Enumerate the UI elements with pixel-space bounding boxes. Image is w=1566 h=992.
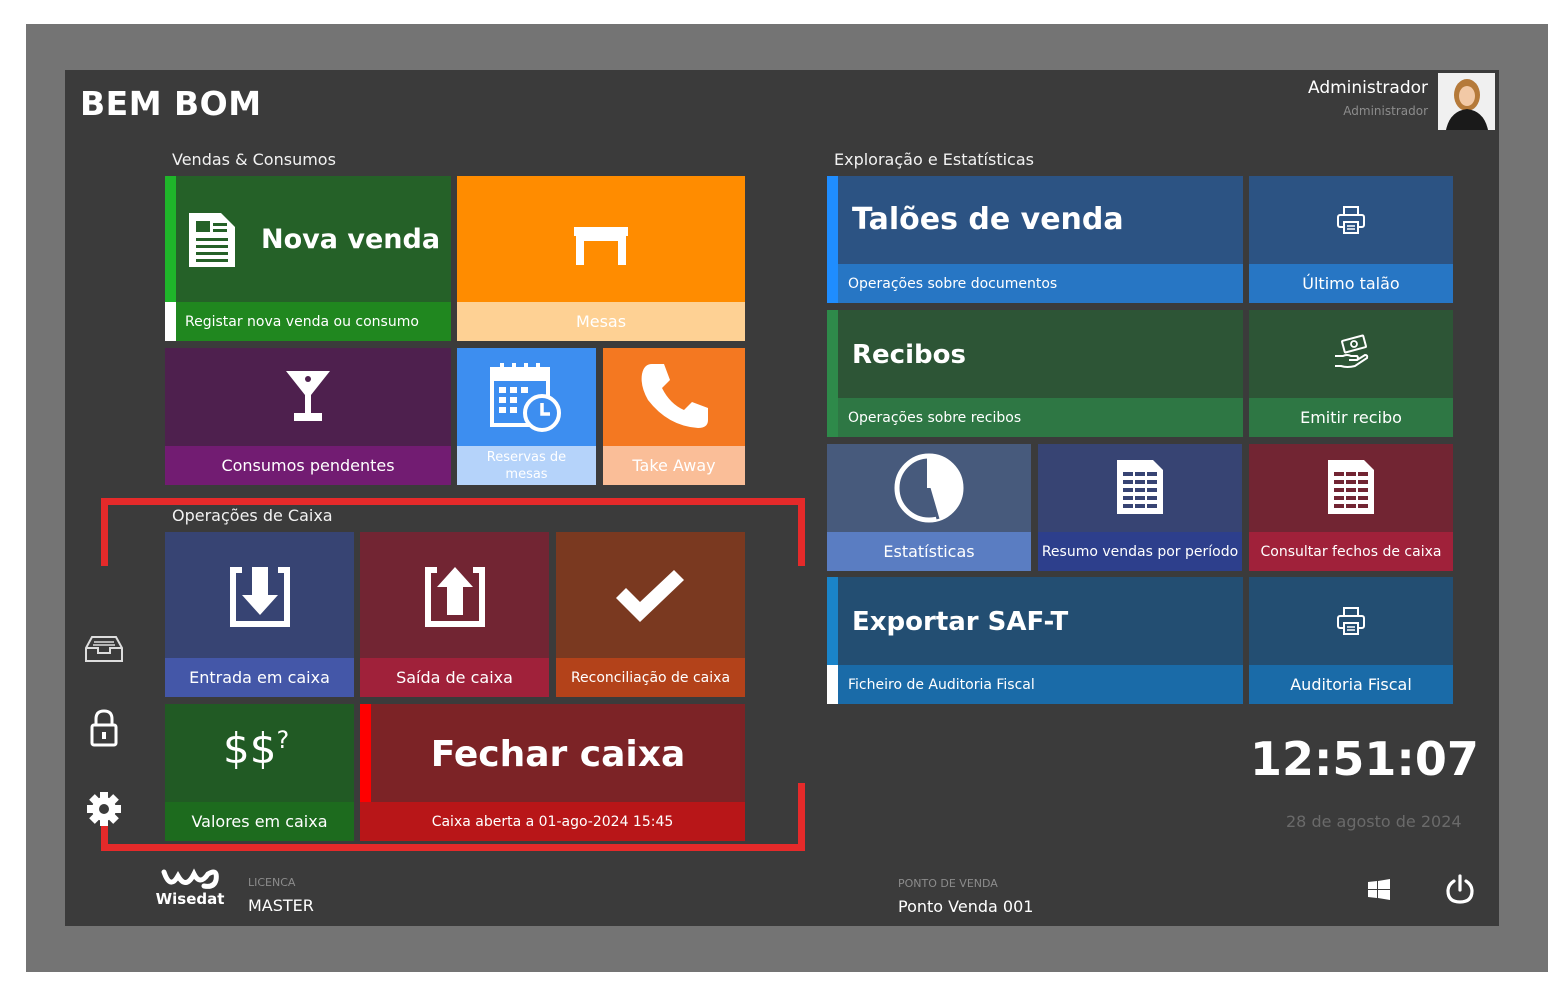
- reservas-label: Reservas de mesas: [457, 446, 596, 485]
- fechos-tile[interactable]: Consultar fechos de caixa: [1249, 444, 1453, 571]
- estatisticas-tile[interactable]: Estatísticas: [827, 444, 1031, 571]
- saft-title: Exportar SAF-T: [852, 607, 1069, 637]
- money-symbol: $$: [223, 724, 277, 773]
- taloes-tile[interactable]: Talões de venda Operações sobre document…: [827, 176, 1243, 303]
- highlight-box-bottom: [101, 844, 805, 851]
- tile-accent: [827, 310, 838, 437]
- recibos-subtitle: Operações sobre recibos: [838, 398, 1243, 437]
- brand-name: Wisedat: [155, 890, 225, 908]
- fechar-caixa-title: Fechar caixa: [430, 734, 686, 775]
- table-icon: [571, 222, 631, 268]
- takeaway-tile[interactable]: Take Away: [603, 348, 745, 485]
- pie-chart-icon: [891, 450, 967, 526]
- estatisticas-label: Estatísticas: [827, 532, 1031, 571]
- fechar-caixa-subtitle: Caixa aberta a 01-ago-2024 15:45: [360, 802, 745, 841]
- user-role: Administrador: [1343, 104, 1428, 118]
- tile-accent: [827, 176, 838, 303]
- nova-venda-subtitle: Registar nova venda ou consumo: [165, 302, 451, 341]
- nova-venda-title: Nova venda: [261, 224, 441, 255]
- clock-time: 12:51:07: [1250, 732, 1479, 786]
- fechar-caixa-tile[interactable]: Fechar caixa Caixa aberta a 01-ago-2024 …: [360, 704, 745, 841]
- mesas-tile[interactable]: Mesas: [457, 176, 745, 341]
- reservas-tile[interactable]: Reservas de mesas: [457, 348, 596, 485]
- saft-subtitle: Ficheiro de Auditoria Fiscal: [838, 665, 1243, 704]
- taloes-subtitle: Operações sobre documentos: [838, 264, 1243, 303]
- pos-value: Ponto Venda 001: [898, 897, 1034, 916]
- report-icon: [1325, 456, 1377, 518]
- reconciliacao-tile[interactable]: Reconciliação de caixa: [556, 532, 745, 697]
- consumos-tile[interactable]: Consumos pendentes: [165, 348, 451, 485]
- nova-venda-tile[interactable]: Nova venda Registar nova venda ou consum…: [165, 176, 451, 341]
- entrada-tile[interactable]: Entrada em caixa: [165, 532, 354, 697]
- cash-in-icon: [227, 564, 293, 630]
- saida-label: Saída de caixa: [360, 658, 549, 697]
- clock-date: 28 de agosto de 2024: [1286, 812, 1462, 831]
- section-stats: Exploração e Estatísticas: [834, 150, 1034, 169]
- highlight-box-right-bottom: [798, 783, 805, 851]
- ultimo-talao-label: Último talão: [1249, 264, 1453, 303]
- resumo-label: Resumo vendas por período: [1038, 532, 1242, 571]
- money-question: ?: [276, 726, 290, 754]
- calendar-clock-icon: [489, 360, 565, 434]
- cocktail-icon: [283, 366, 333, 424]
- highlight-box-top: [101, 498, 805, 505]
- user-info[interactable]: Administrador Administrador: [1308, 78, 1428, 118]
- emitir-recibo-label: Emitir recibo: [1249, 398, 1453, 437]
- tile-accent: [827, 577, 838, 665]
- reservas-label-line2: mesas: [505, 466, 548, 482]
- reservas-label-line1: Reservas de: [486, 449, 567, 465]
- valores-tile[interactable]: $$? Valores em caixa: [165, 704, 354, 841]
- emitir-recibo-tile[interactable]: Emitir recibo: [1249, 310, 1453, 437]
- saft-tile[interactable]: Exportar SAF-T Ficheiro de Auditoria Fis…: [827, 577, 1243, 704]
- recibos-tile[interactable]: Recibos Operações sobre recibos: [827, 310, 1243, 437]
- license-value: MASTER: [248, 896, 314, 915]
- taloes-title: Talões de venda: [852, 202, 1124, 237]
- cash-out-icon: [422, 564, 488, 630]
- cash-drawer-icon[interactable]: [84, 634, 124, 664]
- takeaway-label: Take Away: [603, 446, 745, 485]
- entrada-label: Entrada em caixa: [165, 658, 354, 697]
- windows-icon[interactable]: [1367, 878, 1391, 906]
- gear-icon[interactable]: [84, 790, 124, 828]
- lock-icon[interactable]: [84, 708, 124, 748]
- highlight-box-right-top: [798, 498, 805, 566]
- saida-tile[interactable]: Saída de caixa: [360, 532, 549, 697]
- document-icon: [187, 210, 237, 270]
- hand-money-icon: [1333, 334, 1369, 370]
- license-label: LICENCA: [248, 876, 296, 889]
- recibos-title: Recibos: [852, 340, 966, 370]
- section-cash: Operações de Caixa: [172, 506, 333, 525]
- printer-icon: [1335, 605, 1367, 637]
- money-icon: $$?: [223, 724, 289, 773]
- pos-label: PONTO DE VENDA: [898, 877, 998, 890]
- auditoria-label: Auditoria Fiscal: [1249, 665, 1453, 704]
- app-title: BEM BOM: [80, 84, 262, 123]
- section-sales: Vendas & Consumos: [172, 150, 336, 169]
- power-icon[interactable]: [1444, 873, 1476, 909]
- valores-label: Valores em caixa: [165, 802, 354, 841]
- resumo-tile[interactable]: Resumo vendas por período: [1038, 444, 1242, 571]
- highlight-box-left-top: [101, 498, 108, 566]
- auditoria-tile[interactable]: Auditoria Fiscal: [1249, 577, 1453, 704]
- ultimo-talao-tile[interactable]: Último talão: [1249, 176, 1453, 303]
- printer-icon: [1335, 204, 1367, 236]
- checkmark-icon: [610, 566, 690, 628]
- reconciliacao-label: Reconciliação de caixa: [556, 658, 745, 697]
- tile-accent-lower: [827, 665, 838, 704]
- phone-icon: [637, 358, 711, 434]
- avatar[interactable]: [1438, 73, 1495, 130]
- consumos-label: Consumos pendentes: [165, 446, 451, 485]
- user-name: Administrador: [1307, 78, 1428, 98]
- fechos-label: Consultar fechos de caixa: [1249, 532, 1453, 571]
- mesas-label: Mesas: [457, 302, 745, 341]
- wisedat-logo: Wisedat: [152, 866, 228, 908]
- tile-accent-lower: [165, 302, 176, 341]
- report-icon: [1114, 456, 1166, 518]
